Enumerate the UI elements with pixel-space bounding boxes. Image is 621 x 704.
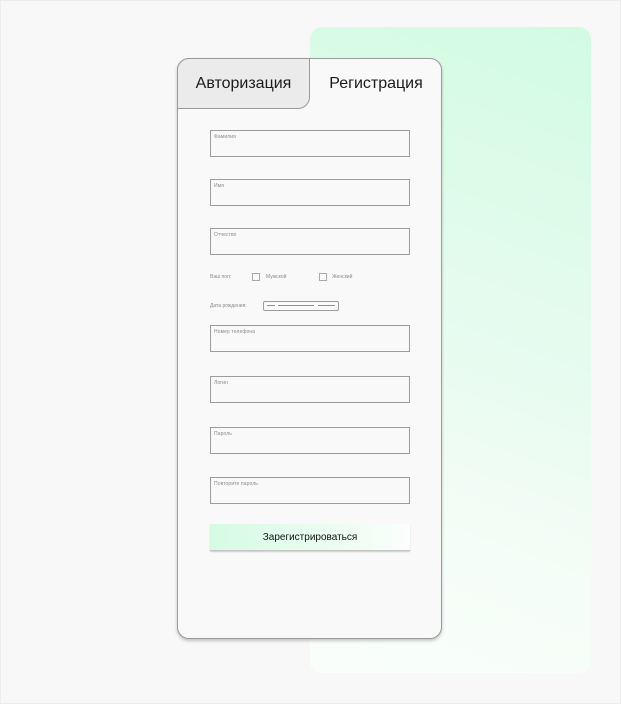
date-year-placeholder [318,305,335,306]
password-repeat-field[interactable]: Повторите пароль [210,477,410,504]
tab-login[interactable]: Авторизация [177,58,310,109]
gender-female-checkbox[interactable] [319,273,327,281]
first-name-placeholder: Имя [214,183,225,189]
tab-register[interactable]: Регистрация [310,59,442,109]
phone-field[interactable]: Номер телефона [210,325,410,352]
gender-female-label: Женский [332,274,353,280]
tab-register-label: Регистрация [329,75,423,92]
password-placeholder: Пароль [214,431,232,437]
patronymic-field[interactable]: Отчество [210,228,410,255]
birth-date-label: Дата рождения: [210,303,247,309]
first-name-field[interactable]: Имя [210,179,410,206]
gender-male-checkbox[interactable] [252,273,260,281]
auth-card: Авторизация Регистрация Фамилия Имя Отче… [177,58,442,639]
gender-label: Ваш пол: [210,274,232,280]
birth-date-picker[interactable] [263,301,339,311]
register-button[interactable]: Зарегистрироваться [210,524,410,551]
phone-placeholder: Номер телефона [214,329,256,335]
password-field[interactable]: Пароль [210,427,410,454]
last-name-field[interactable]: Фамилия [210,130,410,157]
last-name-placeholder: Фамилия [214,134,236,140]
password-repeat-placeholder: Повторите пароль [214,481,258,487]
date-day-placeholder [267,305,275,306]
login-field[interactable]: Логин [210,376,410,403]
date-month-placeholder [278,305,314,306]
login-placeholder: Логин [214,380,228,386]
patronymic-placeholder: Отчество [214,232,237,238]
tab-login-label: Авторизация [195,74,292,92]
gender-male-label: Мужской [266,274,287,280]
